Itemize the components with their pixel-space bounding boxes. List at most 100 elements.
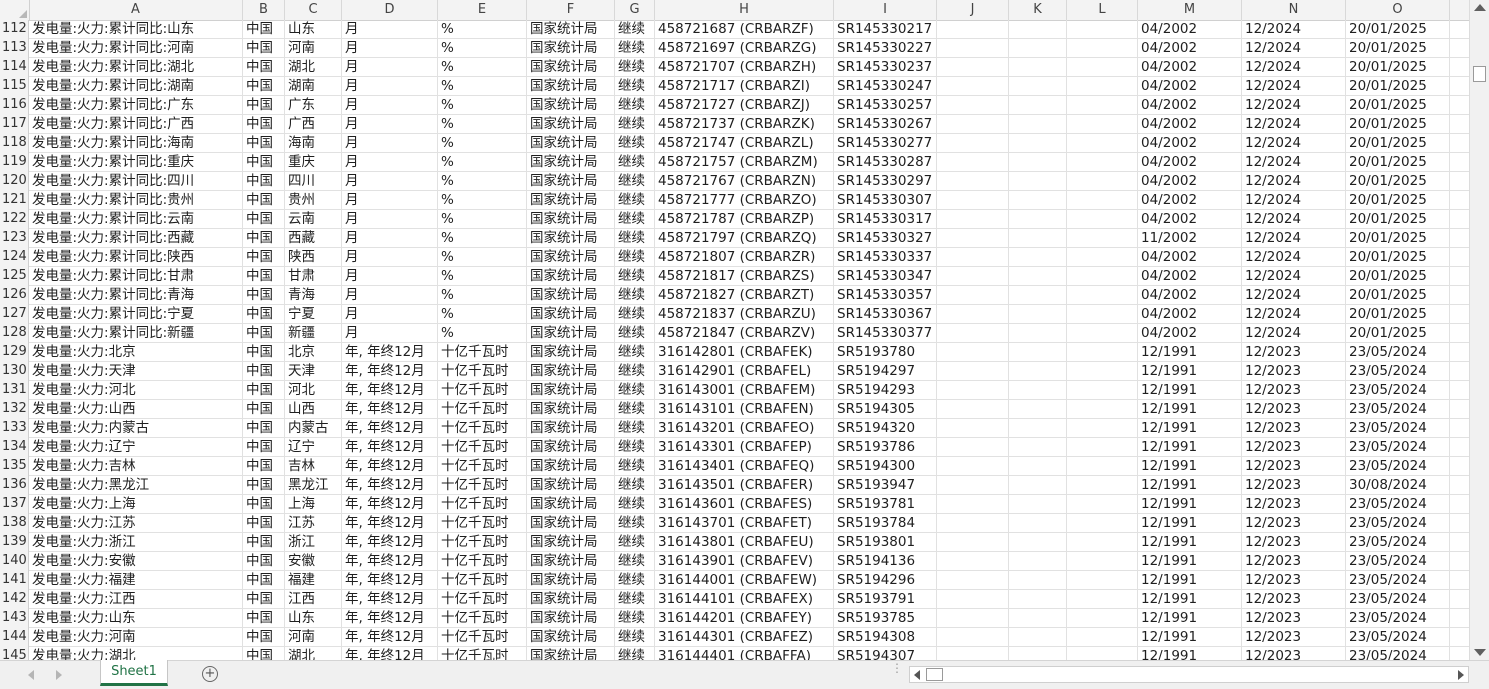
cell-g[interactable]: 继续	[615, 343, 655, 361]
cell-f[interactable]: 国家统计局	[527, 419, 615, 437]
cell-l[interactable]	[1067, 267, 1138, 285]
cell-o[interactable]: 23/05/2024	[1346, 438, 1450, 456]
cell-c[interactable]: 内蒙古	[285, 419, 342, 437]
scroll-right-icon[interactable]	[1458, 670, 1464, 680]
cell-c[interactable]: 北京	[285, 343, 342, 361]
select-all-corner[interactable]	[0, 0, 30, 20]
cell-g[interactable]: 继续	[615, 457, 655, 475]
cell-o[interactable]: 23/05/2024	[1346, 343, 1450, 361]
cell-e[interactable]: %	[438, 286, 527, 304]
cell-g[interactable]: 继续	[615, 248, 655, 266]
cell-n[interactable]: 12/2023	[1242, 647, 1346, 660]
column-header-o[interactable]: O	[1346, 0, 1450, 20]
cell-n[interactable]: 12/2023	[1242, 628, 1346, 646]
cell-a[interactable]: 发电量:火力:累计同比:云南	[29, 210, 243, 228]
cell-c[interactable]: 河北	[285, 381, 342, 399]
cell-j[interactable]	[937, 20, 1009, 38]
cell-o[interactable]: 20/01/2025	[1346, 229, 1450, 247]
cell-b[interactable]: 中国	[243, 457, 285, 475]
cell-e[interactable]: %	[438, 58, 527, 76]
cell-a[interactable]: 发电量:火力:内蒙古	[29, 419, 243, 437]
cell-j[interactable]	[937, 590, 1009, 608]
cell-h[interactable]: 458721767 (CRBARZN)	[655, 172, 834, 190]
cell-f[interactable]: 国家统计局	[527, 609, 615, 627]
cell-o[interactable]: 20/01/2025	[1346, 153, 1450, 171]
cell-f[interactable]: 国家统计局	[527, 571, 615, 589]
cell-e[interactable]: %	[438, 153, 527, 171]
cell-g[interactable]: 继续	[615, 514, 655, 532]
cell-f[interactable]: 国家统计局	[527, 514, 615, 532]
cell-m[interactable]: 04/2002	[1138, 286, 1242, 304]
cell-o[interactable]: 20/01/2025	[1346, 172, 1450, 190]
sheet-nav-left-icon[interactable]	[28, 670, 34, 680]
row-number[interactable]: 119	[0, 153, 29, 172]
cell-a[interactable]: 发电量:火力:江苏	[29, 514, 243, 532]
cell-j[interactable]	[937, 571, 1009, 589]
cell-d[interactable]: 月	[342, 229, 438, 247]
cell-o[interactable]: 20/01/2025	[1346, 191, 1450, 209]
cell-d[interactable]: 年, 年终12月	[342, 647, 438, 660]
cell-e[interactable]: 十亿千瓦时	[438, 400, 527, 418]
cell-d[interactable]: 年, 年终12月	[342, 476, 438, 494]
cell-e[interactable]: %	[438, 210, 527, 228]
cell-g[interactable]: 继续	[615, 400, 655, 418]
cell-k[interactable]	[1009, 324, 1067, 342]
cell-m[interactable]: 12/1991	[1138, 457, 1242, 475]
cell-b[interactable]: 中国	[243, 419, 285, 437]
cell-h[interactable]: 458721727 (CRBARZJ)	[655, 96, 834, 114]
cell-h[interactable]: 458721837 (CRBARZU)	[655, 305, 834, 323]
cell-i[interactable]: SR5193791	[834, 590, 937, 608]
cell-f[interactable]: 国家统计局	[527, 229, 615, 247]
cell-l[interactable]	[1067, 438, 1138, 456]
cell-l[interactable]	[1067, 381, 1138, 399]
cell-n[interactable]: 12/2023	[1242, 457, 1346, 475]
vertical-scrollbar[interactable]	[1469, 0, 1489, 660]
cell-c[interactable]: 辽宁	[285, 438, 342, 456]
cell-g[interactable]: 继续	[615, 286, 655, 304]
row-number[interactable]: 125	[0, 267, 29, 286]
cell-a[interactable]: 发电量:火力:黑龙江	[29, 476, 243, 494]
cell-k[interactable]	[1009, 590, 1067, 608]
cell-a[interactable]: 发电量:火力:上海	[29, 495, 243, 513]
cell-d[interactable]: 月	[342, 96, 438, 114]
cell-c[interactable]: 山东	[285, 20, 342, 38]
cell-d[interactable]: 月	[342, 77, 438, 95]
cell-i[interactable]: SR5193781	[834, 495, 937, 513]
cell-d[interactable]: 月	[342, 153, 438, 171]
scroll-left-icon[interactable]	[914, 670, 920, 680]
cell-n[interactable]: 12/2023	[1242, 362, 1346, 380]
cell-o[interactable]: 20/01/2025	[1346, 248, 1450, 266]
cell-m[interactable]: 04/2002	[1138, 210, 1242, 228]
cell-l[interactable]	[1067, 96, 1138, 114]
cell-d[interactable]: 年, 年终12月	[342, 628, 438, 646]
cell-l[interactable]	[1067, 191, 1138, 209]
cell-f[interactable]: 国家统计局	[527, 495, 615, 513]
cell-j[interactable]	[937, 533, 1009, 551]
cell-m[interactable]: 04/2002	[1138, 77, 1242, 95]
cell-l[interactable]	[1067, 514, 1138, 532]
cell-h[interactable]: 458721737 (CRBARZK)	[655, 115, 834, 133]
row-number[interactable]: 132	[0, 400, 29, 419]
cell-c[interactable]: 宁夏	[285, 305, 342, 323]
cell-d[interactable]: 年, 年终12月	[342, 552, 438, 570]
cell-j[interactable]	[937, 172, 1009, 190]
row-number[interactable]: 127	[0, 305, 29, 324]
cell-j[interactable]	[937, 476, 1009, 494]
cell-o[interactable]: 20/01/2025	[1346, 115, 1450, 133]
cell-o[interactable]: 20/01/2025	[1346, 305, 1450, 323]
cell-n[interactable]: 12/2024	[1242, 39, 1346, 57]
cell-o[interactable]: 23/05/2024	[1346, 571, 1450, 589]
row-number[interactable]: 122	[0, 210, 29, 229]
cell-a[interactable]: 发电量:火力:天津	[29, 362, 243, 380]
cell-l[interactable]	[1067, 324, 1138, 342]
cell-g[interactable]: 继续	[615, 362, 655, 380]
cell-m[interactable]: 12/1991	[1138, 400, 1242, 418]
cell-n[interactable]: 12/2023	[1242, 438, 1346, 456]
cell-i[interactable]: SR145330367	[834, 305, 937, 323]
cell-k[interactable]	[1009, 248, 1067, 266]
cell-c[interactable]: 湖南	[285, 77, 342, 95]
cell-g[interactable]: 继续	[615, 267, 655, 285]
cell-d[interactable]: 年, 年终12月	[342, 590, 438, 608]
cell-c[interactable]: 安徽	[285, 552, 342, 570]
row-number[interactable]: 130	[0, 362, 29, 381]
